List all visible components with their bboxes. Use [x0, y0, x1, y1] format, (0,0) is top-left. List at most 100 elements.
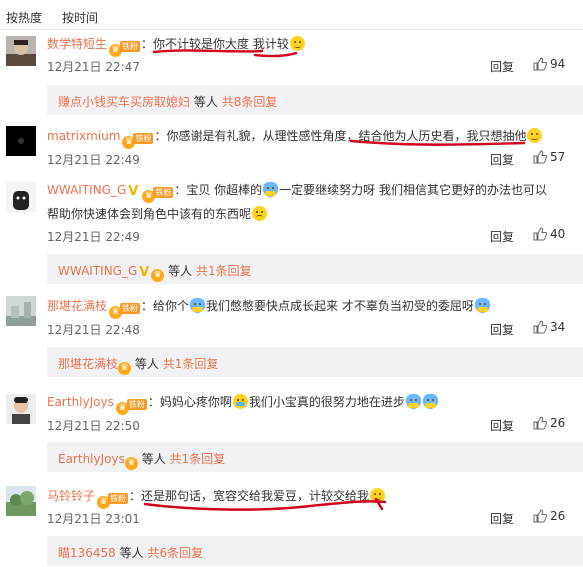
comment-time: 12月21日 23:01 [47, 512, 140, 526]
avatar[interactable] [6, 296, 36, 326]
vip-crown-icon: ♛ [124, 457, 138, 470]
cry-emoji-icon [232, 394, 248, 409]
like-button[interactable]: 26 [533, 416, 565, 430]
smile-emoji-icon [289, 36, 305, 51]
fan-badge-icon: ♛ 铁粉 [109, 300, 141, 319]
sub-reply-box: EarthlyJoys ♛ 等人 共1条回复 [47, 442, 583, 472]
comment-line: WWAITING_G V ♛ 铁粉 ：宝贝 你超棒的 一定要继续努力呀 我们相信其它更好的… [47, 182, 547, 203]
sub-reply-username[interactable]: WWAITING_G [58, 264, 137, 278]
hug-emoji-icon [405, 394, 421, 409]
like-count: 94 [550, 57, 566, 71]
reply-button[interactable]: 回复 [490, 151, 514, 168]
comment-text: ：给你个 [141, 299, 190, 313]
reply-button[interactable]: 回复 [490, 417, 514, 434]
comment-text-cont: 帮助你快速体会到角色中该有的东西呢 [47, 207, 252, 221]
thumbs-up-icon [533, 509, 548, 523]
smile-emoji-icon [370, 488, 386, 503]
sub-reply-count-link[interactable]: 共1条回复 [163, 357, 219, 371]
thumbs-up-icon [533, 320, 548, 334]
sub-reply-count-link[interactable]: 共8条回复 [222, 95, 278, 109]
like-button[interactable]: 26 [533, 509, 565, 523]
comment-line: 那堪花满枝 ♛ 铁粉 ：给你个 我们憋憋要快点成长起来 才不辜负当初受的委屈呀 [47, 298, 491, 319]
hug-emoji-icon [422, 394, 438, 409]
reply-button[interactable]: 回复 [490, 58, 514, 75]
fan-badge-icon: ♛ 铁粉 [122, 130, 154, 149]
thumbs-up-icon [533, 227, 548, 241]
fan-badge-icon: ♛ 铁粉 [97, 490, 129, 509]
comment-username[interactable]: 马铃铃子 [47, 489, 95, 503]
comment-username[interactable]: EarthlyJoys [47, 395, 114, 409]
avatar[interactable] [6, 182, 36, 212]
avatar[interactable] [6, 36, 36, 66]
fan-badge-icon: ♛ 铁粉 [115, 396, 147, 415]
like-button[interactable]: 34 [533, 320, 565, 334]
reply-button[interactable]: 回复 [490, 321, 514, 338]
sub-reply-mid: 等人 [193, 95, 218, 109]
like-count: 57 [550, 150, 566, 164]
avatar[interactable] [6, 394, 36, 424]
sub-reply-username[interactable]: 那堪花满枝 [58, 357, 118, 371]
comment-username[interactable]: WWAITING_G [47, 183, 126, 197]
vip-crown-icon: ♛ [151, 269, 165, 282]
comment-username[interactable]: 数学特短生 [47, 37, 107, 51]
thumbs-up-icon [533, 150, 548, 164]
sub-reply-count-link[interactable]: 共6条回复 [147, 546, 203, 560]
sub-reply-mid: 等人 [168, 264, 193, 278]
thumbs-up-icon [533, 57, 548, 71]
avatar[interactable] [6, 486, 36, 516]
comment-line: 数学特短生 ♛ 铁粉 ：你不计较是你大度 我计较 [47, 36, 306, 57]
verified-v-icon: V [128, 184, 139, 199]
sub-reply-mid: 等人 [141, 452, 166, 466]
like-count: 40 [550, 227, 566, 241]
sad-emoji-icon [252, 206, 268, 221]
tab-sort-by-hot[interactable]: 按热度 [6, 9, 42, 26]
comment-username[interactable]: matrixmium [47, 129, 120, 143]
smile-emoji-icon [527, 128, 543, 143]
hug-emoji-icon [474, 298, 490, 313]
like-button[interactable]: 57 [533, 150, 565, 164]
verified-v-icon: V [139, 265, 150, 280]
like-button[interactable]: 40 [533, 227, 565, 241]
comment-text: ：你感谢是有礼貌，从理性感性角度，结合他为人历史看，我只想抽他 [154, 129, 527, 143]
comment-text: ：还是那句话，宽容交给我爱豆，计较交给我 [129, 489, 370, 503]
comment-time: 12月21日 22:50 [47, 419, 140, 433]
like-count: 26 [550, 509, 566, 523]
sub-reply-box: 瞄136458 等人 共6条回复 [47, 536, 583, 566]
vip-crown-icon: ♛ [118, 362, 132, 375]
hug-emoji-icon [190, 298, 206, 313]
sort-tabs: 按热度 按时间 [0, 0, 583, 30]
comment-text: ：宝贝 你超棒的 [174, 183, 263, 197]
comment-line: matrixmium ♛ 铁粉 ：你感谢是有礼貌，从理性感性角度，结合他为人历史看，我… [47, 128, 543, 149]
fan-badge-icon: ♛ 铁粉 [142, 184, 174, 203]
like-button[interactable]: 94 [533, 57, 565, 71]
sub-reply-username[interactable]: EarthlyJoys [58, 452, 125, 466]
sub-reply-box: WWAITING_G V ♛ 等人 共1条回复 [47, 254, 583, 284]
avatar[interactable] [6, 126, 36, 156]
sub-reply-count-link[interactable]: 共1条回复 [170, 452, 226, 466]
sub-reply-username[interactable]: 瞄136458 [58, 546, 116, 560]
comment-line: EarthlyJoys ♛ 铁粉 ：妈妈心疼你啊 我们小宝真的很努力地在进步 [47, 394, 439, 415]
comment-text-cont: 一定要继续努力呀 我们相信其它更好的办法也可以 [279, 183, 547, 197]
comment-text: ：妈妈心疼你啊 [147, 395, 232, 409]
sub-reply-box: 赚点小钱买车买房取媳妇 等人 共8条回复 [47, 85, 583, 115]
comment-text-cont: 我们憋憋要快点成长起来 才不辜负当初受的委屈呀 [206, 299, 474, 313]
sub-reply-username[interactable]: 赚点小钱买车买房取媳妇 [58, 95, 190, 109]
comment-line: 马铃铃子 ♛ 铁粉 ：还是那句话，宽容交给我爱豆，计较交给我 [47, 488, 386, 509]
comment-time: 12月21日 22:49 [47, 230, 140, 244]
comment-text-cont: 我们小宝真的很努力地在进步 [248, 395, 405, 409]
comment-text: ：你不计较是你大度 我计较 [141, 37, 289, 51]
hug-emoji-icon [263, 182, 279, 197]
sub-reply-mid: 等人 [119, 546, 144, 560]
reply-button[interactable]: 回复 [490, 510, 514, 527]
comment-time: 12月21日 22:49 [47, 153, 140, 167]
like-count: 26 [550, 416, 566, 430]
tab-sort-by-time[interactable]: 按时间 [62, 9, 98, 26]
comment-time: 12月21日 22:48 [47, 323, 140, 337]
thumbs-up-icon [533, 416, 548, 430]
sub-reply-count-link[interactable]: 共1条回复 [196, 264, 252, 278]
reply-button[interactable]: 回复 [490, 228, 514, 245]
comment-username[interactable]: 那堪花满枝 [47, 299, 107, 313]
sub-reply-box: 那堪花满枝 ♛ 等人 共1条回复 [47, 347, 583, 377]
comment-time: 12月21日 22:47 [47, 60, 140, 74]
fan-badge-icon: ♛ 铁粉 [109, 38, 141, 57]
